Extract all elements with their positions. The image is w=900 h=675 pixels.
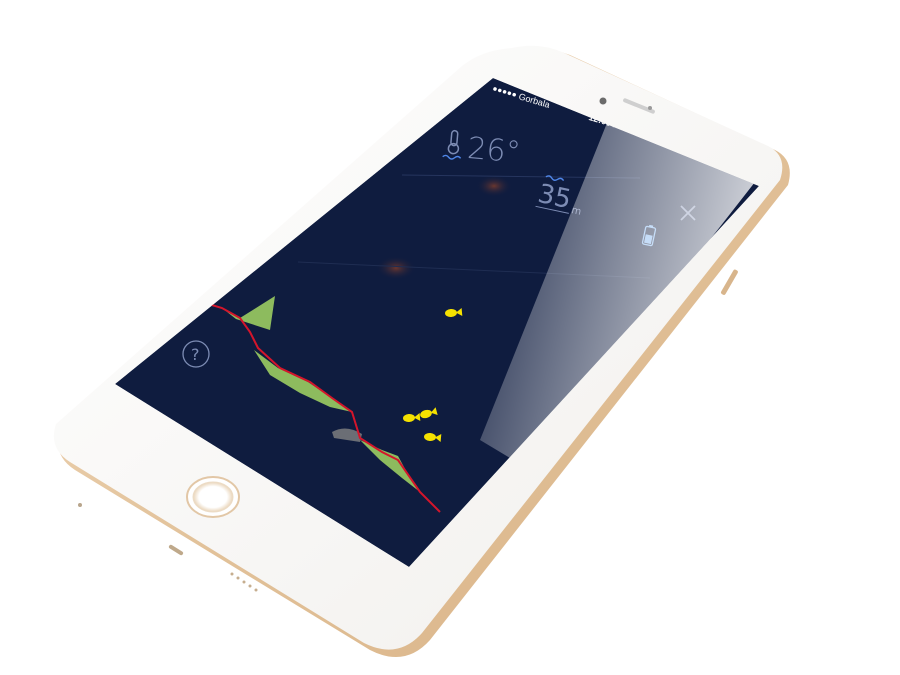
glow-spot xyxy=(376,256,416,280)
front-camera xyxy=(599,97,607,105)
phone-illustration: Gorbala 12:00 AM 26° 35 m xyxy=(53,45,790,658)
question-mark-icon: ? xyxy=(191,345,200,364)
temperature-value: 26° xyxy=(466,131,522,171)
proximity-sensor xyxy=(648,106,652,110)
glow-spot xyxy=(476,175,512,197)
home-button[interactable] xyxy=(186,476,240,518)
volume-button[interactable] xyxy=(720,269,738,296)
phone-mockup: Gorbala 12:00 AM 26° 35 m xyxy=(0,0,900,675)
